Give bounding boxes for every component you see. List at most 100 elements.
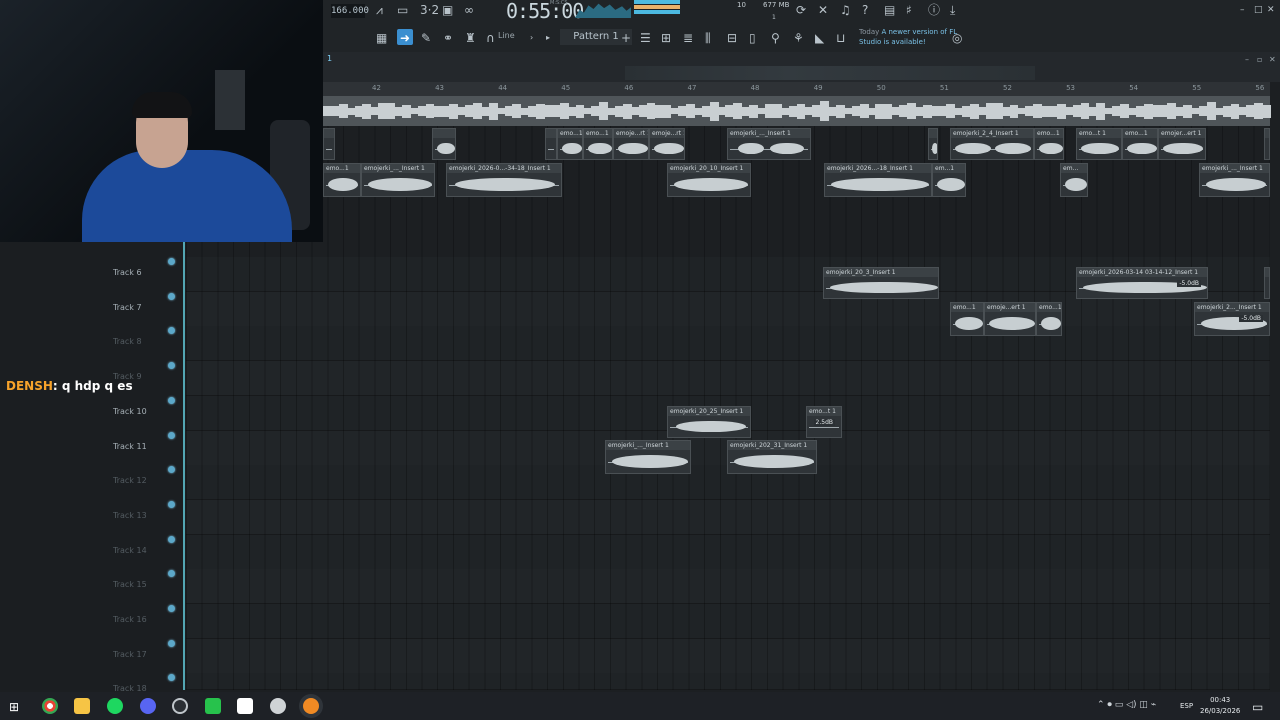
minimize-icon[interactable]: – bbox=[1240, 3, 1245, 17]
system-tray[interactable]: ⌃ ⏺ ▭ ◁) ◫ ⌁ bbox=[1097, 700, 1156, 710]
tools-icon[interactable]: ✕ bbox=[818, 3, 828, 17]
track-mute-indicator[interactable] bbox=[168, 535, 175, 543]
audio-clip[interactable]: emo...1 bbox=[1034, 128, 1064, 160]
audio-clip[interactable] bbox=[323, 128, 335, 160]
track-name[interactable]: Track 14 bbox=[113, 546, 147, 555]
track-name[interactable]: Track 13 bbox=[113, 511, 147, 520]
plugin-icon[interactable]: ♯ bbox=[906, 3, 912, 17]
stamp-icon[interactable]: ♜ bbox=[465, 31, 476, 45]
track-mute-indicator[interactable] bbox=[168, 258, 175, 265]
audio-clip[interactable]: emo...t 1 2.5dB bbox=[806, 406, 842, 438]
play-triangle-icon[interactable]: ▸ bbox=[546, 31, 550, 45]
info-icon[interactable]: ⓘ bbox=[928, 3, 940, 17]
audio-clip[interactable] bbox=[1264, 267, 1270, 299]
playlist-overview-scroll[interactable] bbox=[625, 66, 1035, 80]
track-name[interactable]: Track 17 bbox=[113, 650, 147, 659]
audio-clip[interactable] bbox=[545, 128, 557, 160]
playhead[interactable] bbox=[183, 242, 185, 690]
notification-icon[interactable]: ▭ bbox=[1252, 700, 1263, 714]
cart-icon[interactable]: ⊔ bbox=[836, 31, 845, 45]
microphone-icon[interactable]: ♫ bbox=[840, 3, 851, 17]
audio-clip[interactable]: emo...1 bbox=[950, 302, 984, 336]
track-mute-indicator[interactable] bbox=[168, 605, 175, 612]
audio-clip[interactable]: emojerki_20_25_Insert 1 bbox=[667, 406, 751, 438]
track-name[interactable]: Track 12 bbox=[113, 476, 147, 485]
taskbar-clock[interactable]: 00:43 26/03/2026 bbox=[1200, 695, 1240, 717]
playlist-minimize-icon[interactable]: – bbox=[1245, 55, 1249, 64]
track-name[interactable]: Track 10 bbox=[113, 407, 147, 416]
countdown-icon[interactable]: 3·2 bbox=[420, 3, 439, 17]
audio-clip[interactable]: emojerki_2026...-18_Insert 1 bbox=[824, 163, 932, 197]
download-icon[interactable]: ⤓ bbox=[950, 3, 955, 17]
track-name[interactable]: Track 11 bbox=[113, 442, 147, 451]
audio-clip[interactable] bbox=[1264, 128, 1270, 160]
touch-controller-icon[interactable]: ⚘ bbox=[793, 31, 804, 45]
audio-clip[interactable]: emojerki_..._Insert 1 bbox=[727, 128, 811, 160]
chrome-icon[interactable] bbox=[42, 698, 58, 714]
audio-clip[interactable]: emo...t 1 bbox=[1076, 128, 1122, 160]
track-mute-indicator[interactable] bbox=[168, 292, 175, 300]
discord-icon[interactable] bbox=[140, 698, 156, 714]
audio-clip[interactable] bbox=[432, 128, 456, 160]
windows-start-icon[interactable]: ⊞ bbox=[9, 700, 19, 714]
audio-clip[interactable]: emo...1 bbox=[583, 128, 613, 160]
help-icon[interactable]: ? bbox=[862, 3, 868, 17]
audio-clip[interactable]: emojerki_..._Insert 1 bbox=[605, 440, 691, 474]
refresh-icon[interactable]: ⟳ bbox=[796, 3, 806, 17]
audio-clip[interactable]: emojerki_..._Insert 1 bbox=[361, 163, 435, 197]
snap-mode-label[interactable]: Line bbox=[498, 31, 515, 40]
audio-clip[interactable]: emoje...ert 1 bbox=[984, 302, 1036, 336]
track-name[interactable]: Track 15 bbox=[113, 580, 147, 589]
draw-tool-icon[interactable]: ✎ bbox=[421, 31, 431, 45]
audio-clip[interactable]: em... bbox=[1060, 163, 1088, 197]
audio-clip[interactable]: emo...1 bbox=[557, 128, 583, 160]
step-edit-icon[interactable]: ▣ bbox=[442, 3, 453, 17]
audio-clip[interactable]: emojerki_2_4_Insert 1 bbox=[950, 128, 1034, 160]
audio-clip[interactable] bbox=[928, 128, 938, 160]
track-mute-indicator[interactable] bbox=[168, 431, 175, 439]
maximize-icon[interactable]: □ bbox=[1254, 3, 1263, 17]
song-time-display[interactable]: 0:55:00 bbox=[506, 0, 584, 23]
audio-clip[interactable]: emojerki_2026-0...-34-18_Insert 1 bbox=[446, 163, 562, 197]
track-name[interactable]: Track 16 bbox=[113, 615, 147, 624]
track-name[interactable]: Track 7 bbox=[113, 303, 142, 312]
audio-clip[interactable]: emo...1 bbox=[1036, 302, 1062, 336]
link-icon[interactable]: ⚭ bbox=[443, 31, 453, 45]
news-panel[interactable]: Today A newer version of FL Studio is av… bbox=[859, 27, 959, 47]
audio-clip[interactable]: emojerki_2..._Insert 1 -5.0dB bbox=[1194, 302, 1270, 336]
wait-record-icon[interactable]: ▭ bbox=[397, 3, 408, 17]
tempo-display[interactable]: 166.000 bbox=[331, 4, 369, 18]
tempo-tap-icon[interactable]: ⚲ bbox=[771, 31, 780, 45]
record-icon[interactable]: ◣ bbox=[815, 31, 824, 45]
timeline-ruler[interactable] bbox=[323, 82, 1270, 96]
audio-clip[interactable]: emojerki_2026-03-14 03-14-12_Insert 1 -5.… bbox=[1076, 267, 1208, 299]
kick-icon[interactable] bbox=[205, 698, 221, 714]
app-icon[interactable] bbox=[270, 698, 286, 714]
browser-icon[interactable]: ⊟ bbox=[727, 31, 737, 45]
language-indicator[interactable]: ESP bbox=[1180, 702, 1193, 710]
loop-record-icon[interactable]: ∞ bbox=[464, 3, 474, 17]
track-mute-indicator[interactable] bbox=[168, 396, 175, 404]
playlist-maximize-icon[interactable]: ▫ bbox=[1257, 55, 1262, 64]
playlist-icon[interactable]: ☰ bbox=[640, 31, 651, 45]
audio-clip[interactable]: emojer...ert 1 bbox=[1158, 128, 1206, 160]
chevron-right-icon[interactable]: › bbox=[530, 31, 533, 45]
capcut-icon[interactable] bbox=[237, 698, 253, 714]
save-icon[interactable]: ▤ bbox=[884, 3, 895, 17]
audio-clip[interactable]: emo...1 bbox=[1122, 128, 1158, 160]
metronome-icon[interactable]: ⩘ bbox=[376, 3, 383, 17]
magnet-icon[interactable]: ∩ bbox=[486, 31, 495, 45]
keyboard-icon[interactable]: ▦ bbox=[376, 31, 387, 45]
audio-clip[interactable]: emojerki_20_3_Insert 1 bbox=[823, 267, 939, 299]
audio-clip[interactable]: emoje...rt 1 bbox=[649, 128, 685, 160]
audio-clip[interactable]: emojerki_..._Insert 1 bbox=[1199, 163, 1270, 197]
audio-track-waveform[interactable] bbox=[323, 96, 1271, 126]
piano-roll-icon[interactable]: ⊞ bbox=[661, 31, 671, 45]
spotify-icon[interactable] bbox=[107, 698, 123, 714]
track-mute-indicator[interactable] bbox=[168, 500, 175, 508]
track-name[interactable]: Track 6 bbox=[113, 268, 142, 277]
audio-clip[interactable]: emoje...rt 1 bbox=[613, 128, 649, 160]
channel-rack-icon[interactable]: ≣ bbox=[683, 31, 693, 45]
globe-icon[interactable]: ◎ bbox=[952, 31, 962, 45]
file-explorer-icon[interactable] bbox=[74, 698, 90, 714]
